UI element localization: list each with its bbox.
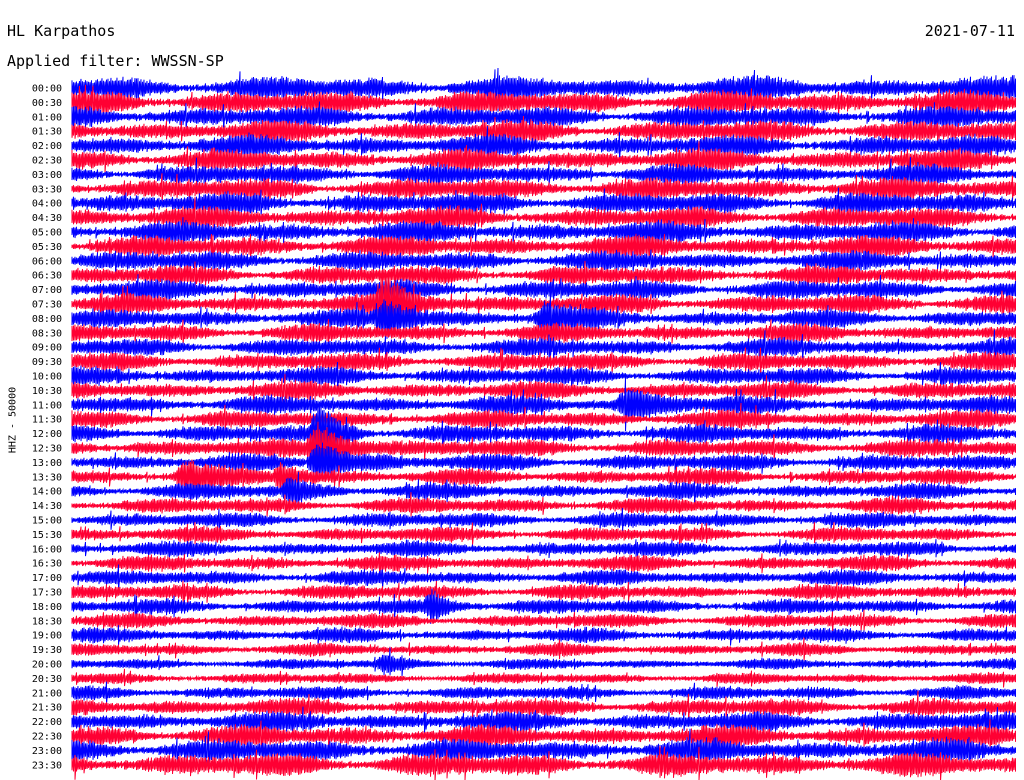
time-label: 06:30 <box>32 271 62 282</box>
time-label: 11:00 <box>32 400 62 411</box>
time-label: 19:30 <box>32 645 62 656</box>
time-label: 09:30 <box>32 357 62 368</box>
time-label: 03:30 <box>32 184 62 195</box>
trace-row-2030 <box>71 668 1016 688</box>
time-label: 08:00 <box>32 314 62 325</box>
trace-row-1200 <box>71 403 1016 464</box>
time-label: 05:30 <box>32 242 62 253</box>
time-label: 05:00 <box>32 228 62 239</box>
time-label: 18:30 <box>32 616 62 627</box>
time-label: 15:30 <box>32 530 62 541</box>
time-label: 08:30 <box>32 328 62 339</box>
trace-row-1930 <box>71 637 1016 662</box>
time-label: 02:30 <box>32 156 62 167</box>
time-label: 07:00 <box>32 285 62 296</box>
time-label: 12:30 <box>32 444 62 455</box>
trace-row-1730 <box>71 580 1016 606</box>
time-label: 20:00 <box>32 660 62 671</box>
time-label: 07:30 <box>32 300 62 311</box>
time-label: 14:00 <box>32 487 62 498</box>
time-label: 18:00 <box>32 602 62 613</box>
trace-row-1630 <box>71 552 1016 575</box>
time-label: 01:30 <box>32 127 62 138</box>
time-label: 23:30 <box>32 760 62 771</box>
time-label: 12:00 <box>32 429 62 440</box>
trace-row-1900 <box>71 625 1016 646</box>
time-label: 20:30 <box>32 674 62 685</box>
time-label: 04:30 <box>32 213 62 224</box>
trace-row-1830 <box>71 609 1016 632</box>
time-label: 06:00 <box>32 256 62 267</box>
time-label: 04:00 <box>32 199 62 210</box>
time-label: 14:30 <box>32 501 62 512</box>
time-label: 22:00 <box>32 717 62 728</box>
time-label: 17:30 <box>32 588 62 599</box>
time-label: 13:30 <box>32 472 62 483</box>
time-label: 00:00 <box>32 84 62 95</box>
time-label: 10:30 <box>32 386 62 397</box>
time-label: 17:00 <box>32 573 62 584</box>
trace-row-1700 <box>71 564 1016 592</box>
time-label: 21:30 <box>32 703 62 714</box>
time-label: 16:00 <box>32 544 62 555</box>
trace-layer <box>71 67 1016 780</box>
helicorder-plot: 00:00 00:30 01:00 01:30 02:00 02:30 03:00 03:30… <box>32 67 1016 780</box>
time-label: 13:00 <box>32 458 62 469</box>
helicorder-page: HL Karpathos 2021-07-11 Applied filter: … <box>0 0 1024 780</box>
time-label: 03:00 <box>32 170 62 181</box>
time-label: 02:00 <box>32 141 62 152</box>
time-label: 11:30 <box>32 415 62 426</box>
time-label: 23:00 <box>32 746 62 757</box>
time-label: 21:00 <box>32 688 62 699</box>
time-labels: 00:00 00:30 01:00 01:30 02:00 02:30 03:00 03:30… <box>32 84 62 772</box>
time-label: 19:00 <box>32 631 62 642</box>
time-label: 01:00 <box>32 112 62 123</box>
time-label: 00:30 <box>32 98 62 109</box>
time-label: 15:00 <box>32 516 62 527</box>
time-label: 09:00 <box>32 343 62 354</box>
time-label: 22:30 <box>32 732 62 743</box>
time-label: 16:30 <box>32 559 62 570</box>
trace-row-2100 <box>71 681 1016 704</box>
time-label: 10:00 <box>32 372 62 383</box>
